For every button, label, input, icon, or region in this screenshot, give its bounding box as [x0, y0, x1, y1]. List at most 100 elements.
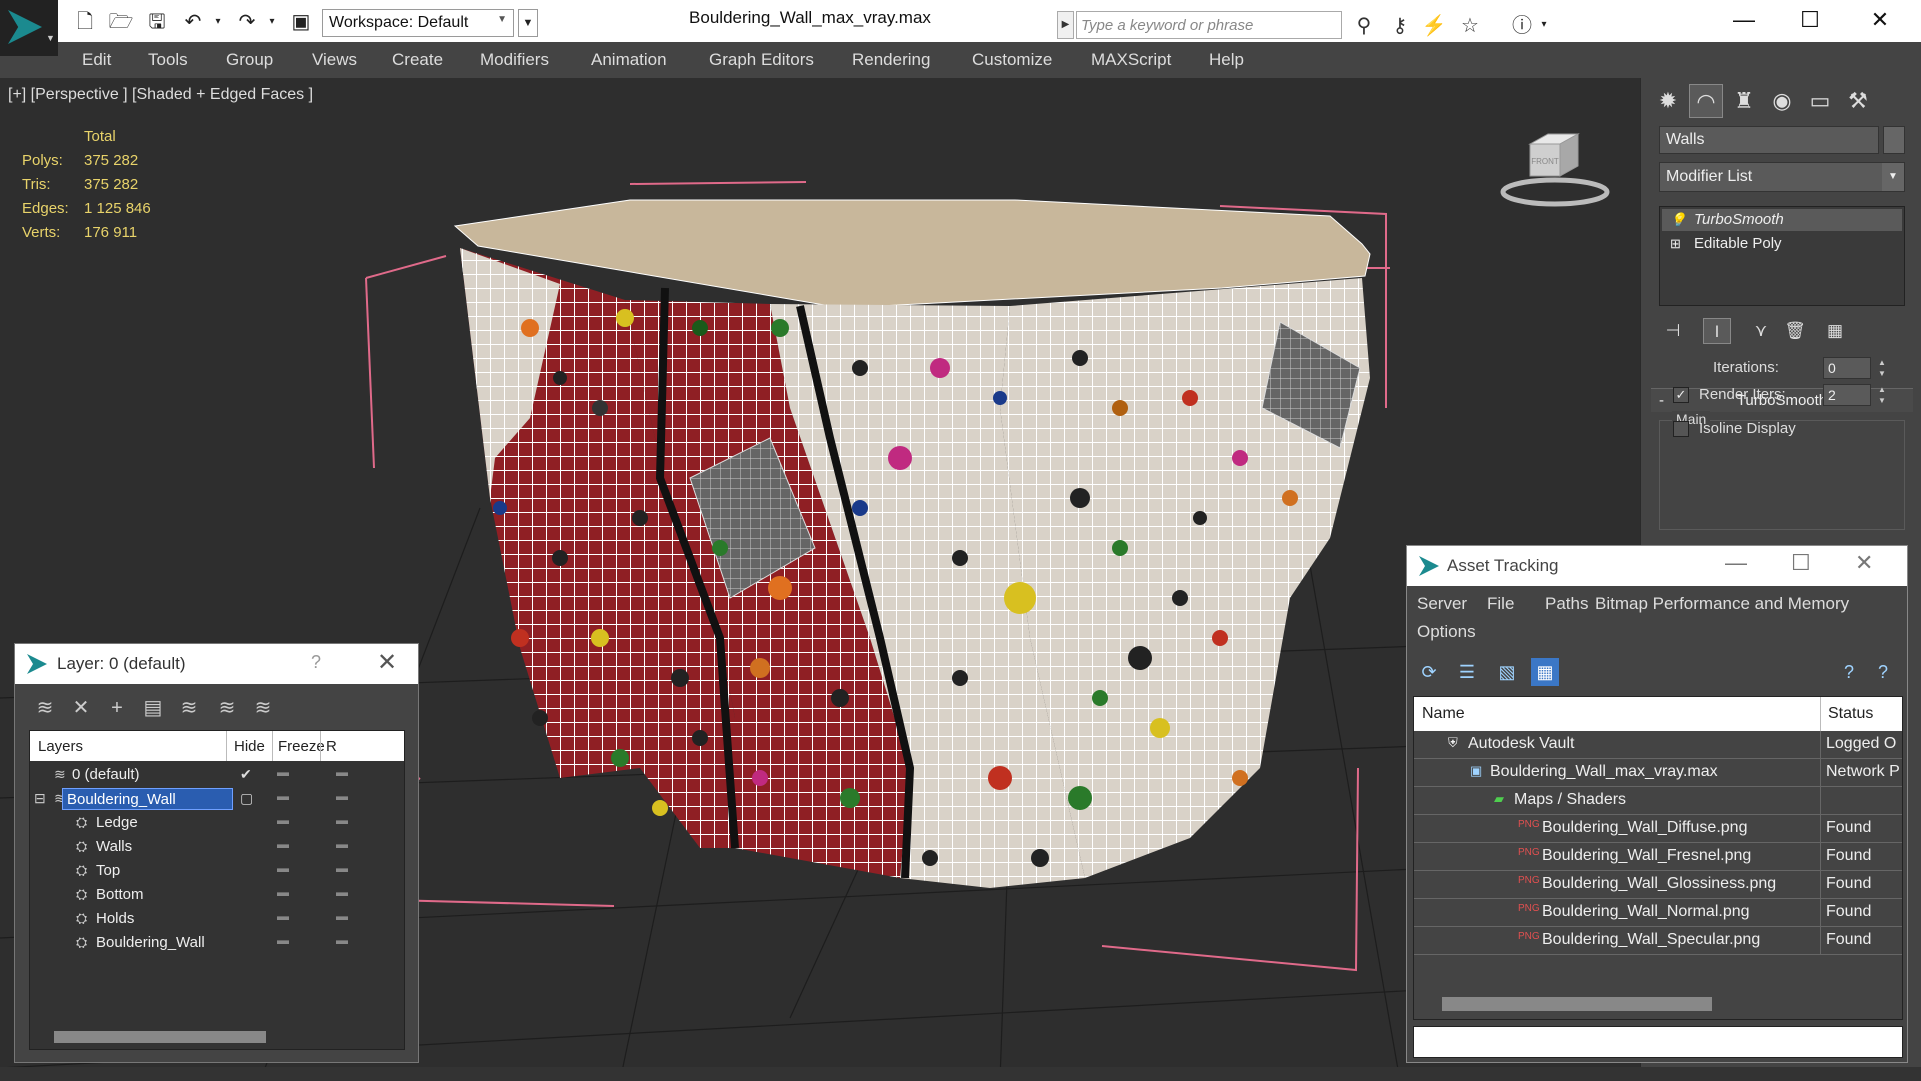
undo-dropdown-icon[interactable]: ▾: [212, 9, 224, 35]
menu-rendering[interactable]: Rendering: [852, 50, 930, 70]
help-icon[interactable]: ⓘ: [1508, 12, 1536, 40]
redo-icon[interactable]: ↷: [234, 9, 260, 35]
lightbulb-icon[interactable]: 💡: [1670, 209, 1686, 231]
thumbnail-view-icon[interactable]: ▧: [1493, 658, 1521, 686]
hide-toggle[interactable]: ▬: [277, 765, 289, 779]
layer-object-row[interactable]: ⛭ Walls ▬ ▬: [30, 835, 404, 859]
key-icon[interactable]: ⚷: [1386, 12, 1414, 40]
stack-item-turbosmooth[interactable]: 💡 TurboSmooth: [1662, 209, 1902, 231]
menu-options[interactable]: Options: [1417, 622, 1476, 642]
new-file-icon[interactable]: 🗋: [72, 9, 98, 35]
menu-modifiers[interactable]: Modifiers: [480, 50, 549, 70]
menu-tools[interactable]: Tools: [148, 50, 188, 70]
highlight-layer-icon[interactable]: ≋: [175, 694, 203, 722]
table-view-icon[interactable]: ▦: [1531, 658, 1559, 686]
select-objects-icon[interactable]: ▤: [139, 694, 167, 722]
minimize-button[interactable]: —: [1724, 4, 1764, 36]
render-iters-spinner[interactable]: 2: [1823, 384, 1871, 406]
pin-stack-icon[interactable]: ⊣: [1659, 318, 1687, 344]
list-view-icon[interactable]: ☰: [1453, 658, 1481, 686]
layer-object-row[interactable]: ⛭ Bottom ▬ ▬: [30, 883, 404, 907]
help-icon[interactable]: ?: [1835, 658, 1863, 686]
asset-row[interactable]: ⛨ Autodesk Vault Logged O: [1414, 731, 1902, 759]
menu-help[interactable]: Help: [1209, 50, 1244, 70]
menu-paths[interactable]: Paths: [1545, 594, 1588, 614]
binoculars-icon[interactable]: ⚲: [1350, 12, 1378, 40]
asset-row[interactable]: PNG Bouldering_Wall_Diffuse.png Found: [1414, 815, 1902, 843]
layer-row[interactable]: ≋ 0 (default) ✔ ▬ ▬: [30, 763, 404, 787]
refresh-icon[interactable]: ⟳: [1415, 658, 1443, 686]
context-help-icon[interactable]: ?: [1869, 658, 1897, 686]
hide-toggle[interactable]: ▬: [277, 861, 289, 875]
spinner-arrows-icon[interactable]: ▲ ▼: [1875, 357, 1889, 379]
maximize-button[interactable]: ☐: [1791, 550, 1811, 576]
configure-modifier-sets-icon[interactable]: ▦: [1821, 318, 1849, 344]
help-dropdown-icon[interactable]: ▾: [1538, 12, 1550, 38]
freeze-toggle[interactable]: ▬: [336, 861, 348, 875]
freeze-toggle[interactable]: ▬: [336, 933, 348, 947]
freeze-toggle[interactable]: ▬: [336, 909, 348, 923]
asset-row[interactable]: PNG Bouldering_Wall_Fresnel.png Found: [1414, 843, 1902, 871]
utilities-tab-icon[interactable]: ⚒: [1841, 84, 1875, 118]
add-to-layer-icon[interactable]: +: [103, 694, 131, 722]
remove-modifier-icon[interactable]: 🗑: [1781, 318, 1809, 344]
column-header-layers[interactable]: Layers: [38, 738, 83, 755]
freeze-all-layers-icon[interactable]: ≋: [249, 694, 277, 722]
menu-server[interactable]: Server: [1417, 594, 1467, 614]
help-button[interactable]: ?: [311, 652, 321, 673]
hide-toggle[interactable]: ▬: [277, 909, 289, 923]
menu-edit[interactable]: Edit: [82, 50, 111, 70]
object-name-input[interactable]: Walls: [1659, 126, 1879, 154]
spinner-arrows-icon[interactable]: ▲ ▼: [1875, 384, 1889, 406]
column-header-name[interactable]: Name: [1422, 705, 1465, 723]
menu-file[interactable]: File: [1487, 594, 1514, 614]
display-tab-icon[interactable]: ▭: [1803, 84, 1837, 118]
asset-row[interactable]: ▰ Maps / Shaders: [1414, 787, 1902, 815]
motion-tab-icon[interactable]: ◉: [1765, 84, 1799, 118]
layer-object-row[interactable]: ⛭ Holds ▬ ▬: [30, 907, 404, 931]
close-button[interactable]: ✕: [1855, 550, 1873, 576]
asset-row[interactable]: PNG Bouldering_Wall_Normal.png Found: [1414, 899, 1902, 927]
maximize-button[interactable]: ☐: [1790, 4, 1830, 36]
viewport-label[interactable]: [+] [Perspective ] [Shaded + Edged Faces…: [8, 86, 313, 104]
iterations-spinner[interactable]: 0: [1823, 357, 1871, 379]
freeze-toggle[interactable]: ▬: [336, 837, 348, 851]
close-button[interactable]: ✕: [377, 648, 397, 677]
create-layer-icon[interactable]: ≋: [31, 694, 59, 722]
hide-all-layers-icon[interactable]: ≋: [213, 694, 241, 722]
undo-icon[interactable]: ↶: [180, 9, 206, 35]
viewcube[interactable]: FRONT: [1500, 130, 1610, 210]
layer-object-row[interactable]: ⛭ Top ▬ ▬: [30, 859, 404, 883]
redo-dropdown-icon[interactable]: ▾: [266, 9, 278, 35]
freeze-toggle[interactable]: ▬: [336, 885, 348, 899]
open-file-icon[interactable]: 🗁: [108, 9, 134, 35]
menu-animation[interactable]: Animation: [591, 50, 667, 70]
modify-tab-icon[interactable]: ◠: [1689, 84, 1723, 118]
hide-toggle[interactable]: ▬: [277, 885, 289, 899]
menu-customize[interactable]: Customize: [972, 50, 1052, 70]
collapse-minus-icon[interactable]: ⊟: [34, 790, 46, 807]
column-header-hide[interactable]: Hide: [234, 738, 265, 755]
freeze-toggle[interactable]: ▬: [336, 789, 348, 803]
current-layer-box-icon[interactable]: ▢: [240, 790, 253, 807]
column-header-status[interactable]: Status: [1828, 705, 1873, 723]
hierarchy-tab-icon[interactable]: ♜: [1727, 84, 1761, 118]
freeze-toggle[interactable]: ▬: [336, 765, 348, 779]
expand-plus-icon[interactable]: ⊞: [1670, 233, 1681, 255]
hide-toggle[interactable]: ▬: [277, 813, 289, 827]
menu-maxscript[interactable]: MAXScript: [1091, 50, 1171, 70]
workspace-menu-button[interactable]: ▼: [518, 9, 538, 37]
favorites-star-icon[interactable]: ☆: [1456, 12, 1484, 40]
make-unique-icon[interactable]: ⋎: [1747, 318, 1775, 344]
workspace-select[interactable]: Workspace: Default ▼: [322, 9, 514, 37]
stack-item-editable-poly[interactable]: ⊞ Editable Poly: [1662, 233, 1902, 255]
search-input[interactable]: Type a keyword or phrase: [1076, 11, 1342, 39]
close-button[interactable]: ✕: [1860, 4, 1900, 36]
hide-toggle[interactable]: ▬: [277, 789, 289, 803]
freeze-toggle[interactable]: ▬: [336, 813, 348, 827]
render-iters-checkbox[interactable]: ✓: [1673, 387, 1689, 403]
project-folder-icon[interactable]: ▣: [288, 9, 314, 35]
asset-window-titlebar[interactable]: Asset Tracking — ☐ ✕: [1407, 546, 1907, 586]
asset-row[interactable]: PNG Bouldering_Wall_Specular.png Found: [1414, 927, 1902, 955]
hide-toggle[interactable]: ▬: [277, 837, 289, 851]
